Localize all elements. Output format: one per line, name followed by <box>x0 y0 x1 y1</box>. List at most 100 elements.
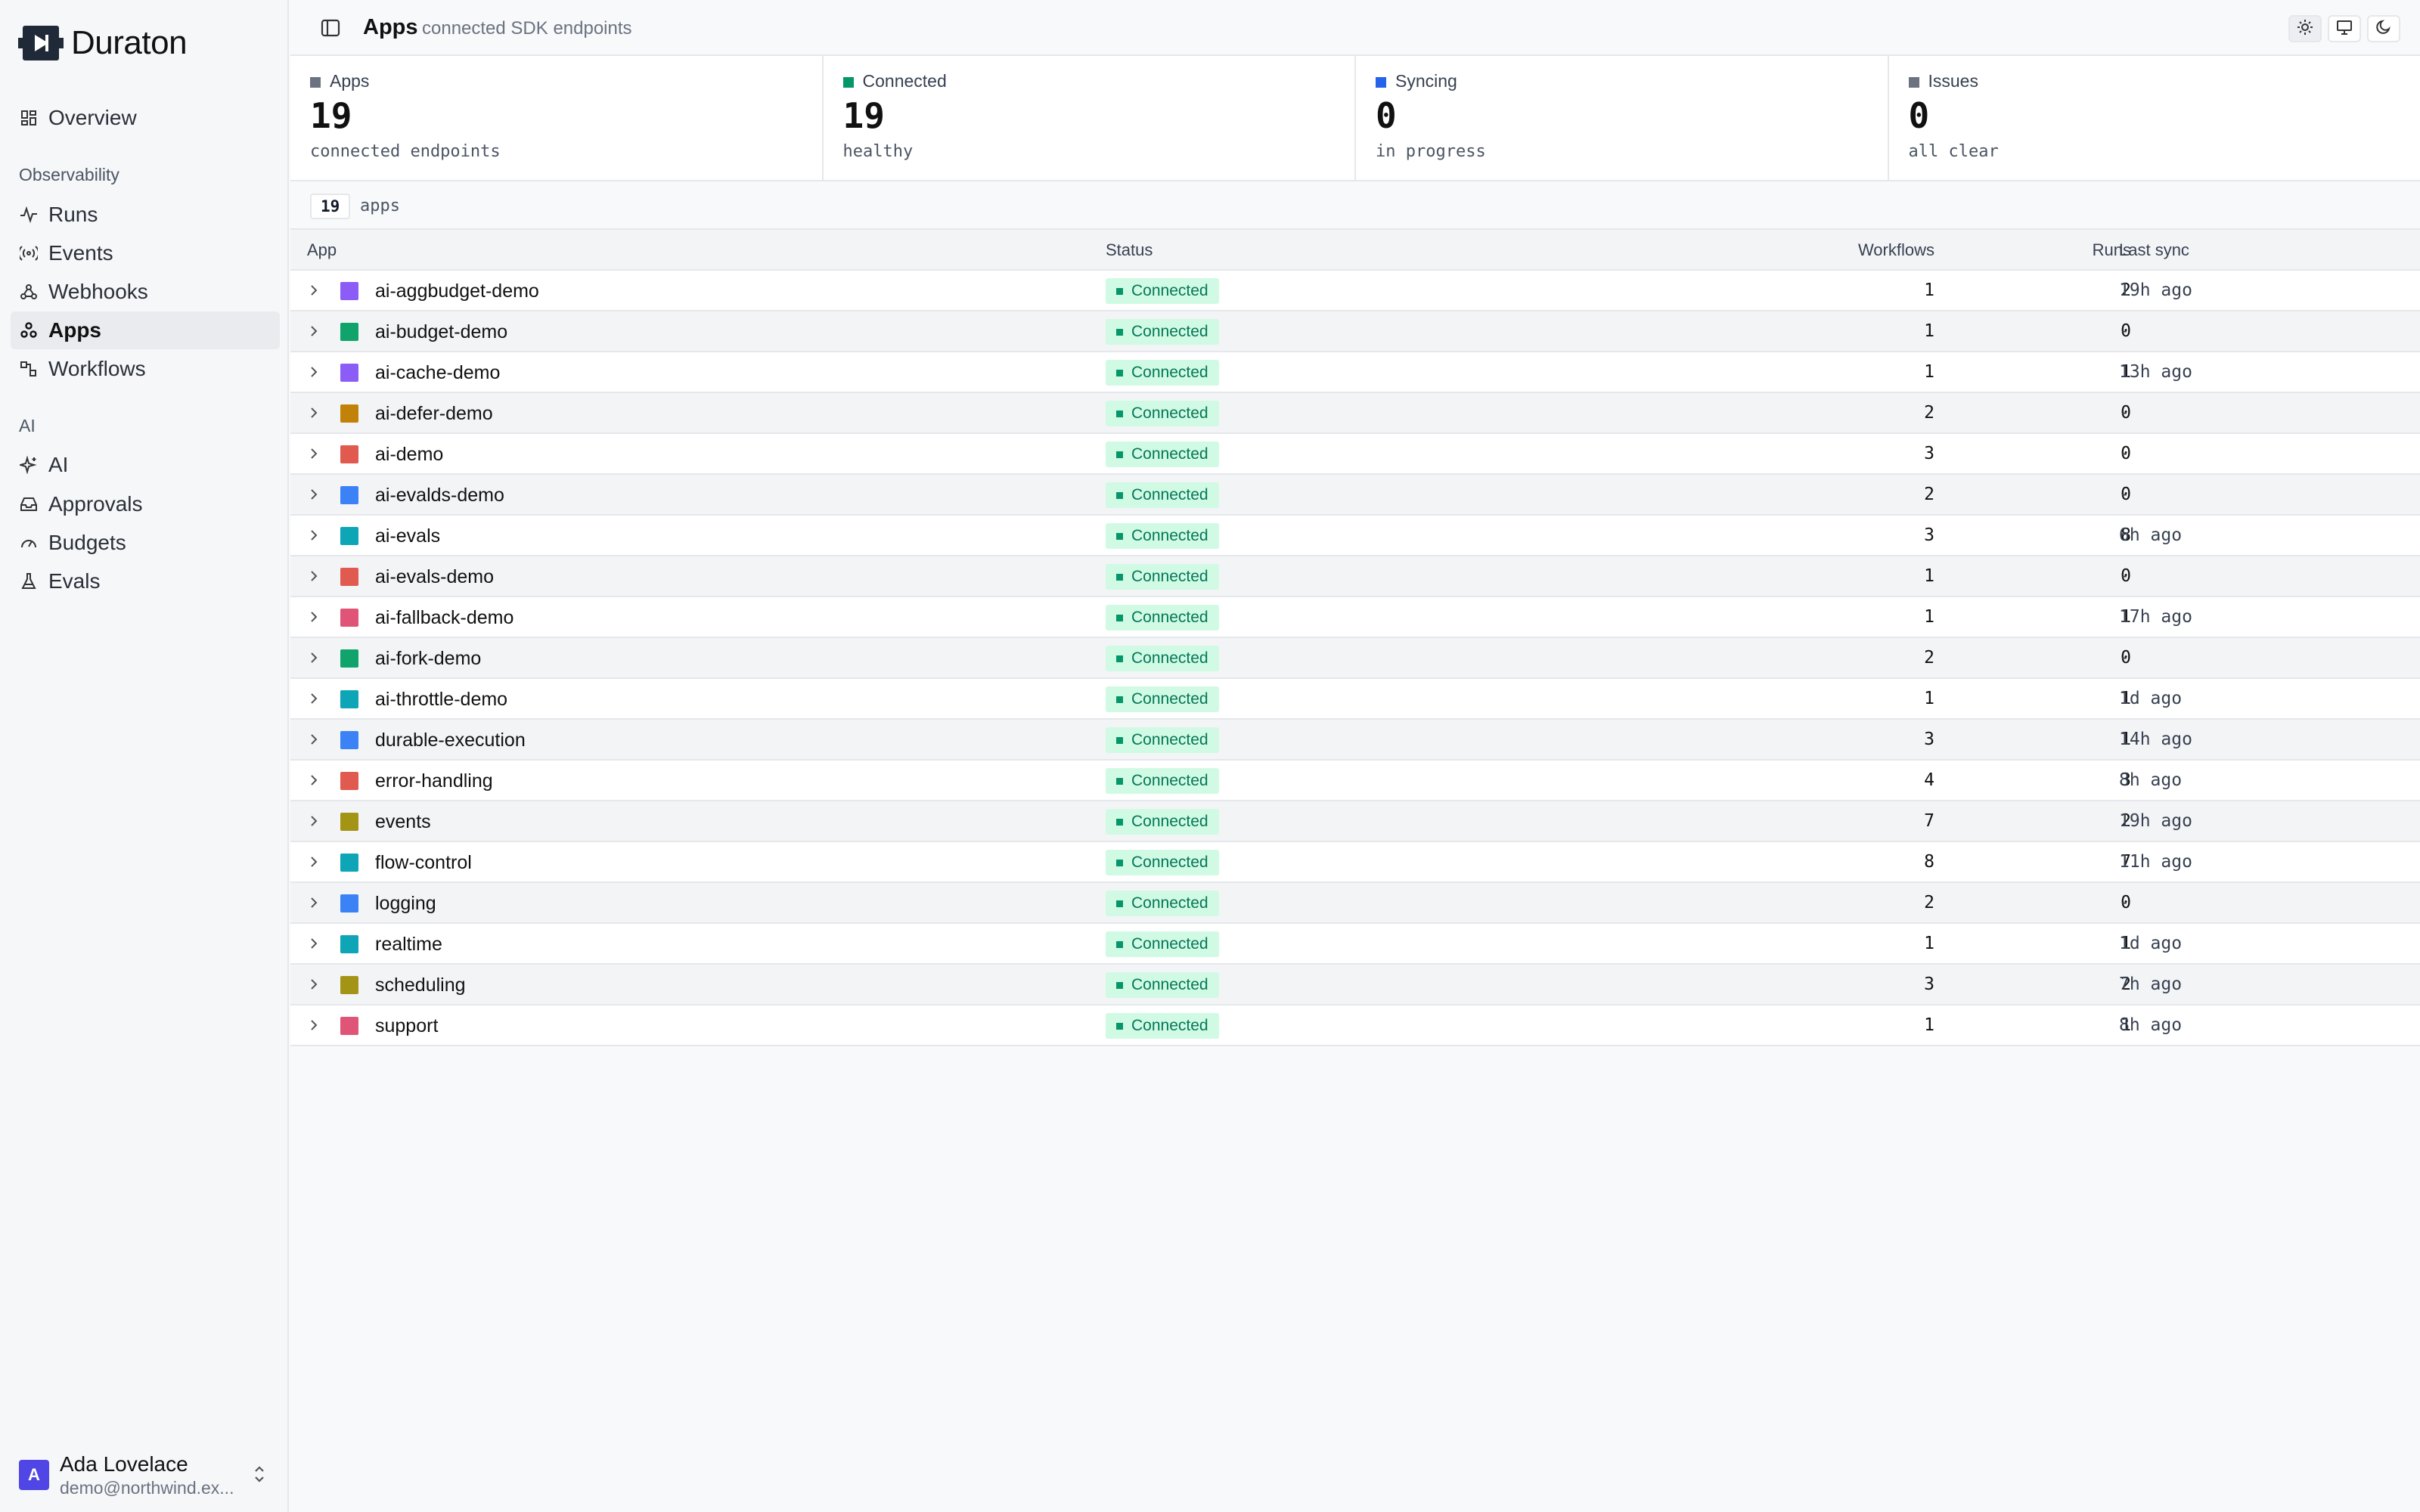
last-sync: - <box>2119 485 2130 504</box>
sidebar-item-label: Runs <box>48 203 98 226</box>
table-row[interactable]: logging Connected 2 0 - <box>290 883 2420 924</box>
stat-color-square <box>1908 77 1919 88</box>
table-row[interactable]: ai-aggbudget-demo Connected 1 2 19h ago <box>290 271 2420 311</box>
system-theme-button[interactable] <box>2328 15 2361 42</box>
chevron-right-icon[interactable] <box>307 324 321 338</box>
chevron-right-icon[interactable] <box>307 610 321 624</box>
table-row[interactable]: ai-budget-demo Connected 1 0 - <box>290 311 2420 352</box>
chevron-right-icon[interactable] <box>307 365 321 379</box>
sidebar-item-approvals[interactable]: Approvals <box>11 485 280 523</box>
chevron-right-icon[interactable] <box>307 447 321 460</box>
sidebar-item-events[interactable]: Events <box>11 234 280 272</box>
app-name[interactable]: ai-defer-demo <box>375 403 493 425</box>
dark-theme-button[interactable] <box>2367 15 2400 42</box>
brand-name: Duraton <box>71 24 188 61</box>
app-name[interactable]: events <box>375 811 431 833</box>
column-header-runs[interactable]: Runs <box>2030 240 2131 260</box>
column-header-workflows[interactable]: Workflows <box>1803 240 1934 260</box>
chevron-right-icon[interactable] <box>307 488 321 501</box>
app-name[interactable]: ai-aggbudget-demo <box>375 280 539 302</box>
chevron-right-icon[interactable] <box>307 855 321 869</box>
chevron-right-icon[interactable] <box>307 896 321 909</box>
chevron-right-icon[interactable] <box>307 284 321 297</box>
app-name[interactable]: ai-evals-demo <box>375 566 494 588</box>
sidebar-item-overview[interactable]: Overview <box>11 99 280 137</box>
app-name[interactable]: error-handling <box>375 770 493 792</box>
app-name[interactable]: ai-throttle-demo <box>375 689 507 711</box>
table-row[interactable]: events Connected 7 2 19h ago <box>290 801 2420 842</box>
workflows-count: 1 <box>1924 566 1934 586</box>
table-row[interactable]: ai-evals Connected 3 8 6h ago <box>290 516 2420 556</box>
table-row[interactable]: ai-cache-demo Connected 1 1 13h ago <box>290 352 2420 393</box>
app-color-square <box>340 894 358 912</box>
chevron-right-icon[interactable] <box>307 978 321 991</box>
light-theme-button[interactable] <box>2288 15 2322 42</box>
table-header: App Status Workflows Runs Last sync <box>290 230 2420 271</box>
table-row[interactable]: scheduling Connected 3 2 7h ago <box>290 965 2420 1005</box>
app-name[interactable]: support <box>375 1015 438 1037</box>
app-color-square <box>340 486 358 504</box>
sidebar-item-runs[interactable]: Runs <box>11 196 280 234</box>
table-row[interactable]: ai-fork-demo Connected 2 0 - <box>290 638 2420 679</box>
sidebar-item-apps[interactable]: Apps <box>11 311 280 349</box>
status-badge: Connected <box>1106 646 1219 671</box>
table-row[interactable]: ai-defer-demo Connected 2 0 - <box>290 393 2420 434</box>
app-name[interactable]: scheduling <box>375 974 466 996</box>
sidebar-item-label: Evals <box>48 569 101 593</box>
workflows-count: 1 <box>1924 934 1934 953</box>
sidebar-item-evals[interactable]: Evals <box>11 562 280 600</box>
last-sync: - <box>2119 566 2130 586</box>
table-row[interactable]: ai-evalds-demo Connected 2 0 - <box>290 475 2420 516</box>
chevron-right-icon[interactable] <box>307 406 321 420</box>
app-name[interactable]: ai-demo <box>375 444 443 466</box>
sidebar-item-label: AI <box>48 453 69 476</box>
sidebar-item-ai[interactable]: AI <box>11 446 280 484</box>
table-row[interactable]: error-handling Connected 4 3 8h ago <box>290 761 2420 801</box>
sidebar-item-workflows[interactable]: Workflows <box>11 350 280 388</box>
column-header-app[interactable]: App <box>307 240 337 260</box>
table-row[interactable]: realtime Connected 1 1 1d ago <box>290 924 2420 965</box>
status-badge: Connected <box>1106 401 1219 426</box>
chevron-right-icon[interactable] <box>307 1018 321 1032</box>
sidebar-item-budgets[interactable]: Budgets <box>11 524 280 562</box>
chevron-right-icon[interactable] <box>307 937 321 950</box>
chevron-right-icon[interactable] <box>307 528 321 542</box>
table-row[interactable]: ai-evals-demo Connected 1 0 - <box>290 556 2420 597</box>
chevron-right-icon[interactable] <box>307 692 321 705</box>
chevron-right-icon[interactable] <box>307 651 321 665</box>
last-sync: 13h ago <box>2119 362 2192 382</box>
app-name[interactable]: ai-budget-demo <box>375 321 507 343</box>
sidebar-toggle-icon[interactable] <box>321 18 340 42</box>
app-color-square <box>340 527 358 545</box>
workflow-icon <box>20 360 38 378</box>
app-name[interactable]: ai-cache-demo <box>375 362 500 384</box>
chevron-right-icon[interactable] <box>307 733 321 746</box>
app-name[interactable]: flow-control <box>375 852 472 874</box>
column-header-last-sync[interactable]: Last sync <box>2119 240 2189 260</box>
last-sync: 8h ago <box>2119 1015 2183 1035</box>
table-row[interactable]: durable-execution Connected 3 1 14h ago <box>290 720 2420 761</box>
chevron-right-icon[interactable] <box>307 569 321 583</box>
status-badge: Connected <box>1106 768 1219 794</box>
stat-sub: healthy <box>842 142 914 161</box>
table-row[interactable]: ai-throttle-demo Connected 1 1 1d ago <box>290 679 2420 720</box>
app-name[interactable]: ai-fork-demo <box>375 648 481 670</box>
app-name[interactable]: ai-evals <box>375 525 440 547</box>
app-name[interactable]: realtime <box>375 934 442 956</box>
table-row[interactable]: ai-fallback-demo Connected 1 1 17h ago <box>290 597 2420 638</box>
app-name[interactable]: durable-execution <box>375 730 526 751</box>
app-name[interactable]: ai-fallback-demo <box>375 607 513 629</box>
table-row[interactable]: support Connected 1 1 8h ago <box>290 1005 2420 1046</box>
app-name[interactable]: logging <box>375 893 436 915</box>
column-header-status[interactable]: Status <box>1106 240 1153 260</box>
chevron-right-icon[interactable] <box>307 814 321 828</box>
user-menu[interactable]: A Ada Lovelace demo@northwind.ex... <box>19 1450 276 1500</box>
sidebar-item-webhooks[interactable]: Webhooks <box>11 273 280 311</box>
app-name[interactable]: ai-evalds-demo <box>375 485 504 507</box>
last-sync: 1d ago <box>2119 689 2183 708</box>
table-row[interactable]: flow-control Connected 8 7 11h ago <box>290 842 2420 883</box>
status-badge: Connected <box>1106 564 1219 590</box>
chevron-right-icon[interactable] <box>307 773 321 787</box>
table-row[interactable]: ai-demo Connected 3 0 - <box>290 434 2420 475</box>
brand-logo[interactable]: Duraton <box>18 23 188 64</box>
